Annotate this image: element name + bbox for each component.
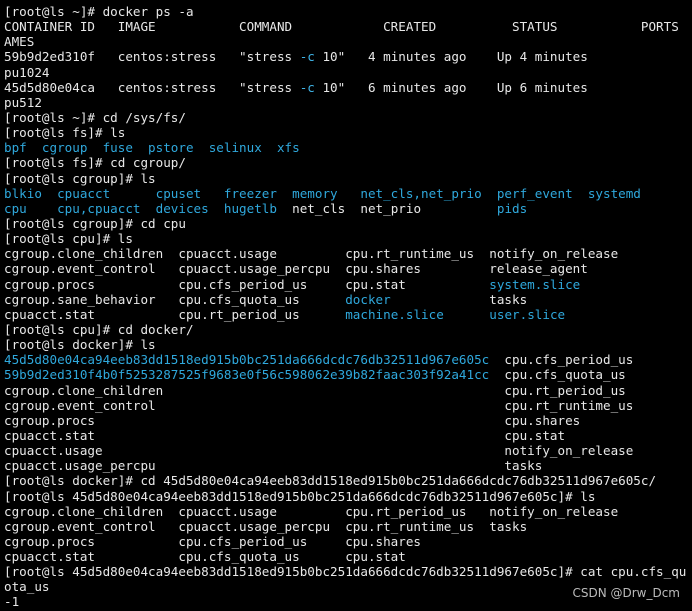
terminal-text: [root@ls fs]# ls bbox=[4, 125, 126, 141]
terminal-text: cgroup.clone_children cpuacct.usage cpu.… bbox=[4, 503, 619, 519]
terminal-text: [root@ls docker]# cd 45d5d80e04ca94eeb83… bbox=[4, 473, 657, 489]
terminal-line: [root@ls cpu]# cd docker/ bbox=[4, 322, 690, 337]
terminal-line: blkio cpuacct cpuset freezer memory net_… bbox=[4, 186, 690, 201]
terminal-line: cpu cpu,cpuacct devices hugetlb net_cls … bbox=[4, 201, 690, 216]
terminal-line: cpuacct.stat cpu.rt_period_us machine.sl… bbox=[4, 307, 690, 322]
terminal-line: cgroup.event_control cpu.rt_runtime_us bbox=[4, 398, 690, 413]
terminal-text: cgroup.procs cpu.cfs_period_us cpu.stat bbox=[4, 276, 490, 292]
terminal-text: cgroup.clone_children cpu.rt_period_us bbox=[4, 382, 626, 398]
terminal-line: [root@ls fs]# ls bbox=[4, 125, 690, 140]
terminal-line: cpuacct.usage notify_on_release bbox=[4, 443, 690, 458]
terminal-text: AMES bbox=[4, 34, 35, 50]
terminal-line: cgroup.procs cpu.shares bbox=[4, 413, 690, 428]
terminal-text: [root@ls cpu]# cd docker/ bbox=[4, 321, 194, 337]
terminal-text: [root@ls fs]# cd cgroup/ bbox=[4, 155, 186, 171]
terminal-text: 10" 4 minutes ago Up 4 minutes c bbox=[314, 49, 690, 65]
terminal-text: [root@ls cpu]# ls bbox=[4, 231, 133, 247]
terminal-line: [root@ls docker]# cd 45d5d80e04ca94eeb83… bbox=[4, 473, 690, 488]
terminal-line: 45d5d80e04ca centos:stress "stress -c 10… bbox=[4, 80, 690, 95]
terminal-text: cgroup.event_control cpuacct.usage_percp… bbox=[4, 261, 588, 277]
terminal-line: cpuacct.stat cpu.stat bbox=[4, 428, 690, 443]
terminal-line: pu512 bbox=[4, 95, 690, 110]
terminal-output[interactable]: [root@ls ~]# docker ps -a CONTAINER ID IM… bbox=[4, 4, 690, 609]
terminal-text: net_prio bbox=[360, 200, 422, 216]
terminal-line: [root@ls cgroup]# cd cpu bbox=[4, 216, 690, 231]
watermark: CSDN @Drw_Dcm bbox=[572, 586, 680, 600]
terminal-text: -1 bbox=[4, 594, 20, 609]
terminal-text: tasks bbox=[390, 291, 528, 307]
terminal-text: cpuacct.usage_percpu tasks bbox=[4, 458, 543, 474]
directory-name: bpf cgroup fuse pstore selinux xfs bbox=[4, 140, 300, 156]
directory-name: docker bbox=[345, 291, 391, 307]
terminal-text: [root@ls cgroup]# ls bbox=[4, 170, 156, 186]
directory-name: 59b9d2ed310f4b0f5253287525f9683e0f56c598… bbox=[4, 367, 490, 383]
terminal-line: cgroup.procs cpu.cfs_period_us cpu.share… bbox=[4, 534, 690, 549]
directory-name: cpu cpu,cpuacct devices hugetlb bbox=[4, 200, 293, 216]
terminal-text: cgroup.procs cpu.shares bbox=[4, 412, 581, 428]
terminal-text: cgroup.event_control cpu.rt_runtime_us bbox=[4, 397, 634, 413]
terminal-line: cgroup.procs cpu.cfs_period_us cpu.stat … bbox=[4, 277, 690, 292]
terminal-text: cgroup.clone_children cpuacct.usage cpu.… bbox=[4, 246, 619, 262]
directory-name: user.slice bbox=[489, 306, 566, 322]
terminal-line: 59b9d2ed310f4b0f5253287525f9683e0f56c598… bbox=[4, 367, 690, 382]
terminal-line: AMES bbox=[4, 34, 690, 49]
terminal-text: cpu.cfs_quota_us bbox=[489, 367, 626, 383]
terminal-line: [root@ls cgroup]# ls bbox=[4, 171, 690, 186]
terminal-text: cgroup.event_control cpuacct.usage_percp… bbox=[4, 518, 528, 534]
terminal-line: cpuacct.usage_percpu tasks bbox=[4, 458, 690, 473]
terminal-line: cgroup.clone_children cpuacct.usage cpu.… bbox=[4, 504, 690, 519]
terminal-text: cpuacct.usage notify_on_release bbox=[4, 443, 634, 459]
directory-name: pids bbox=[496, 200, 528, 216]
terminal-text: pu512 bbox=[4, 94, 42, 110]
terminal-text: cgroup.sane_behavior cpu.cfs_quota_us bbox=[4, 291, 346, 307]
terminal-line: [root@ls cpu]# ls bbox=[4, 231, 690, 246]
terminal-text: [root@ls ~]# cd /sys/fs/ bbox=[4, 109, 186, 125]
directory-name: machine.slice bbox=[345, 306, 444, 322]
terminal-line: [root@ls fs]# cd cgroup/ bbox=[4, 155, 690, 170]
terminal-text: cgroup.procs cpu.cfs_period_us cpu.share… bbox=[4, 533, 422, 549]
terminal-text: pu1024 bbox=[4, 64, 50, 80]
option-flag: -c bbox=[299, 79, 315, 95]
directory-name: system.slice bbox=[489, 276, 581, 292]
terminal-line: bpf cgroup fuse pstore selinux xfs bbox=[4, 140, 690, 155]
terminal-line: cgroup.clone_children cpu.rt_period_us bbox=[4, 383, 690, 398]
terminal-line: cgroup.event_control cpuacct.usage_percp… bbox=[4, 261, 690, 276]
terminal-text: ota_us bbox=[4, 579, 50, 595]
terminal-line: cgroup.sane_behavior cpu.cfs_quota_us do… bbox=[4, 292, 690, 307]
terminal-text: [root@ls 45d5d80e04ca94eeb83dd1518ed915b… bbox=[4, 564, 687, 580]
terminal-text: net_cls bbox=[292, 200, 346, 216]
terminal-line: cpuacct.stat cpu.cfs_quota_us cpu.stat bbox=[4, 549, 690, 564]
terminal-text: cpuacct.stat cpu.stat bbox=[4, 427, 566, 443]
terminal-text: cpuacct.stat cpu.rt_period_us bbox=[4, 306, 346, 322]
terminal-line: [root@ls ~]# cd /sys/fs/ bbox=[4, 110, 690, 125]
terminal-line: 45d5d80e04ca94eeb83dd1518ed915b0bc251da6… bbox=[4, 352, 690, 367]
terminal-line: pu1024 bbox=[4, 65, 690, 80]
directory-name: 45d5d80e04ca94eeb83dd1518ed915b0bc251da6… bbox=[4, 352, 490, 368]
directory-name: blkio cpuacct cpuset freezer memory net_… bbox=[4, 185, 641, 201]
terminal-line: CONTAINER ID IMAGE COMMAND CREATED STATU… bbox=[4, 19, 690, 34]
terminal-line: [root@ls 45d5d80e04ca94eeb83dd1518ed915b… bbox=[4, 564, 690, 579]
terminal-text: [root@ls 45d5d80e04ca94eeb83dd1518ed915b… bbox=[4, 488, 596, 504]
terminal-text: 45d5d80e04ca centos:stress "stress bbox=[4, 79, 300, 95]
terminal-line: cgroup.event_control cpuacct.usage_percp… bbox=[4, 519, 690, 534]
terminal-line: [root@ls docker]# ls bbox=[4, 337, 690, 352]
terminal-line: cgroup.clone_children cpuacct.usage cpu.… bbox=[4, 246, 690, 261]
terminal-line: [root@ls 45d5d80e04ca94eeb83dd1518ed915b… bbox=[4, 489, 690, 504]
terminal-line: [root@ls ~]# docker ps -a bbox=[4, 4, 690, 19]
terminal-text: [root@ls docker]# ls bbox=[4, 337, 156, 353]
option-flag: -c bbox=[299, 49, 315, 65]
terminal-text: CONTAINER ID IMAGE COMMAND CREATED STATU… bbox=[4, 19, 690, 35]
terminal-text: 59b9d2ed310f centos:stress "stress bbox=[4, 49, 300, 65]
terminal-text: cpu.cfs_period_us bbox=[489, 352, 634, 368]
terminal-text: [root@ls cgroup]# cd cpu bbox=[4, 215, 186, 231]
terminal-line: 59b9d2ed310f centos:stress "stress -c 10… bbox=[4, 49, 690, 64]
terminal-text: cpuacct.stat cpu.cfs_quota_us cpu.stat bbox=[4, 549, 406, 565]
terminal-text: [root@ls ~]# docker ps -a bbox=[4, 4, 194, 19]
terminal-text: 10" 6 minutes ago Up 6 minutes c bbox=[314, 79, 690, 95]
